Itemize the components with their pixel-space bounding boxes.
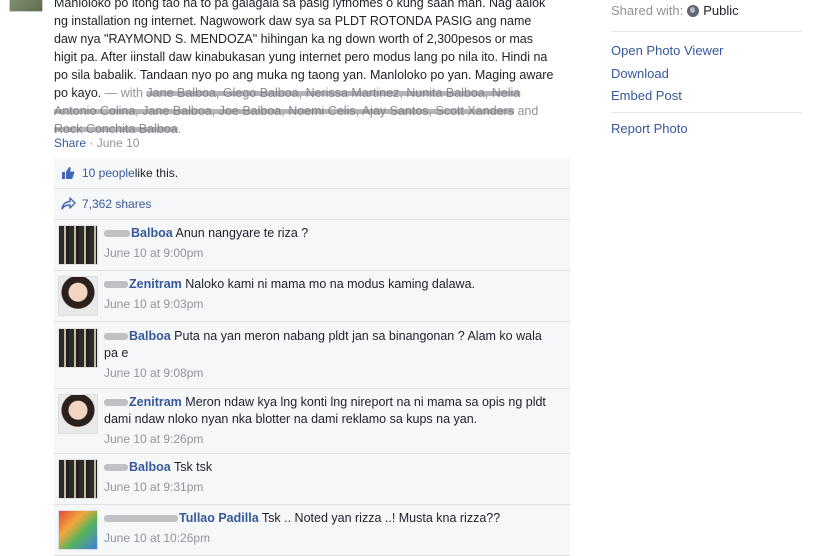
comment-text: Anun nangyare te riza ?	[175, 226, 309, 240]
comment-item: Zenitram Meron ndaw kya lng konti lng ni…	[54, 389, 570, 454]
comment-text: Naloko kami ni mama mo na modus kaming d…	[185, 277, 475, 291]
redacted-name	[104, 281, 128, 289]
comment-time[interactable]: June 10 at 9:03pm	[104, 296, 475, 313]
comment-author[interactable]: Balboa	[129, 460, 171, 474]
comment-time[interactable]: June 10 at 9:08pm	[104, 365, 544, 382]
comment-time[interactable]: June 10 at 10:26pm	[104, 530, 500, 547]
privacy-info: Shared with: Public	[611, 3, 739, 18]
redacted-name	[104, 333, 128, 341]
post-text: Manloloko po itong tao na to pa galagala…	[54, 0, 556, 138]
post-body: Manloloko po itong tao na to pa galagala…	[54, 0, 554, 100]
commenter-avatar[interactable]	[58, 328, 98, 368]
poster-avatar[interactable]	[9, 0, 43, 12]
with-label: — with	[101, 86, 147, 100]
comment-body: Zenitram Naloko kami ni mama mo na modus…	[104, 276, 475, 316]
comment-author[interactable]: Zenitram	[129, 395, 182, 409]
comment-item: Tullao Padilla Tsk .. Noted yan rizza ..…	[54, 505, 570, 556]
shares-count-link[interactable]: 7,362 shares	[82, 197, 151, 211]
comment-body: Balboa Tsk tsk June 10 at 9:31pm	[104, 459, 212, 499]
comment-body: Balboa Puta na yan meron nabang pldt jan…	[104, 328, 544, 382]
thumbs-up-icon	[60, 165, 76, 181]
redacted-name	[104, 515, 178, 523]
shared-with-label: Shared with:	[611, 3, 684, 18]
commenter-avatar[interactable]	[58, 276, 98, 316]
comment-author[interactable]: Balboa	[129, 329, 171, 343]
embed-post-link[interactable]: Embed Post	[611, 88, 682, 103]
commenter-avatar[interactable]	[58, 459, 98, 499]
comment-time[interactable]: June 10 at 9:26pm	[104, 431, 554, 448]
ufi-panel: 10 people like this. 7,362 shares Balboa…	[54, 158, 570, 556]
comment-author[interactable]: Zenitram	[129, 277, 182, 291]
likes-count-link[interactable]: 10 people	[82, 166, 135, 180]
privacy-value[interactable]: Public	[703, 3, 738, 18]
post-actions: Share · June 10	[54, 136, 139, 150]
redacted-name	[104, 464, 128, 472]
share-arrow-icon	[60, 196, 76, 212]
and-label: and	[514, 104, 539, 118]
share-link[interactable]: Share	[54, 136, 86, 150]
commenter-avatar[interactable]	[58, 510, 98, 550]
likes-suffix: like this.	[134, 166, 179, 180]
comment-item: Balboa Anun nangyare te riza ? June 10 a…	[54, 220, 570, 271]
globe-icon	[687, 5, 700, 17]
comment-body: Zenitram Meron ndaw kya lng konti lng ni…	[104, 394, 554, 448]
redacted-name	[104, 399, 128, 407]
likes-row: 10 people like this.	[54, 158, 570, 189]
divider	[611, 112, 802, 113]
comment-item: Balboa Puta na yan meron nabang pldt jan…	[54, 322, 570, 389]
commenter-avatar[interactable]	[58, 225, 98, 265]
redacted-name	[104, 230, 130, 238]
open-photo-viewer-link[interactable]: Open Photo Viewer	[611, 43, 724, 58]
divider	[611, 31, 802, 32]
commenter-avatar[interactable]	[58, 394, 98, 434]
comment-text: Tsk tsk	[173, 460, 213, 474]
comment-body: Balboa Anun nangyare te riza ? June 10 a…	[104, 225, 308, 265]
comment-item: Zenitram Naloko kami ni mama mo na modus…	[54, 271, 570, 322]
comment-author[interactable]: Balboa	[131, 226, 173, 240]
comment-time[interactable]: June 10 at 9:31pm	[104, 479, 212, 496]
comment-time[interactable]: June 10 at 9:00pm	[104, 245, 308, 262]
tagged-period: .	[177, 122, 182, 136]
download-link[interactable]: Download	[611, 66, 669, 81]
report-photo-link[interactable]: Report Photo	[611, 121, 688, 136]
comment-body: Tullao Padilla Tsk .. Noted yan rizza ..…	[104, 510, 500, 550]
comment-item: Balboa Tsk tsk June 10 at 9:31pm	[54, 454, 570, 505]
shares-row: 7,362 shares	[54, 189, 570, 220]
tagged-last[interactable]: Rock Conchita Balboa	[54, 122, 178, 136]
post-date[interactable]: June 10	[97, 136, 140, 150]
comment-author[interactable]: Tullao Padilla	[179, 511, 259, 525]
comment-text: Tsk .. Noted yan rizza ..! Musta kna riz…	[261, 511, 501, 525]
dot-separator: ·	[89, 136, 97, 150]
